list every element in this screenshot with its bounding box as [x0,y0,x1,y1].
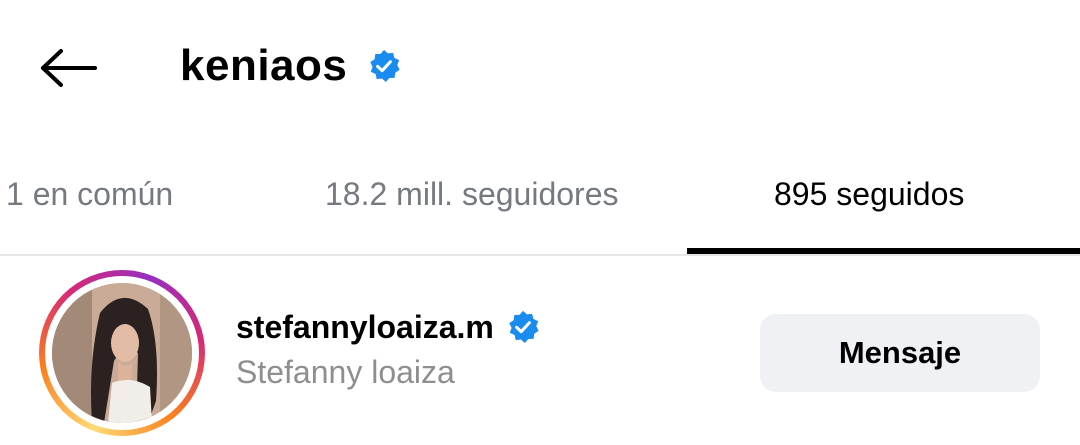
story-ring[interactable] [39,270,205,436]
avatar [52,283,192,423]
profile-title: keniaos [180,36,401,96]
back-button[interactable] [32,36,106,100]
arrow-left-icon [41,49,97,87]
verified-badge-icon [506,310,540,344]
active-tab-indicator [687,248,1080,254]
page-title: keniaos [180,41,348,90]
user-info: stefannyloaiza.m Stefanny loaiza [236,304,540,391]
username[interactable]: stefannyloaiza.m [236,309,494,346]
tab-mutual[interactable]: 1 en común [6,140,173,248]
tab-following[interactable]: 895 seguidos [774,140,964,248]
top-bar: keniaos [0,0,1080,130]
follow-tabs: 1 en común 18.2 mill. seguidores 895 seg… [0,140,1080,256]
full-name: Stefanny loaiza [236,354,455,390]
tab-followers[interactable]: 18.2 mill. seguidores [325,140,618,248]
message-button[interactable]: Mensaje [760,314,1040,392]
list-item: stefannyloaiza.m Stefanny loaiza Mensaje [0,266,1080,442]
verified-badge-icon [367,49,401,83]
